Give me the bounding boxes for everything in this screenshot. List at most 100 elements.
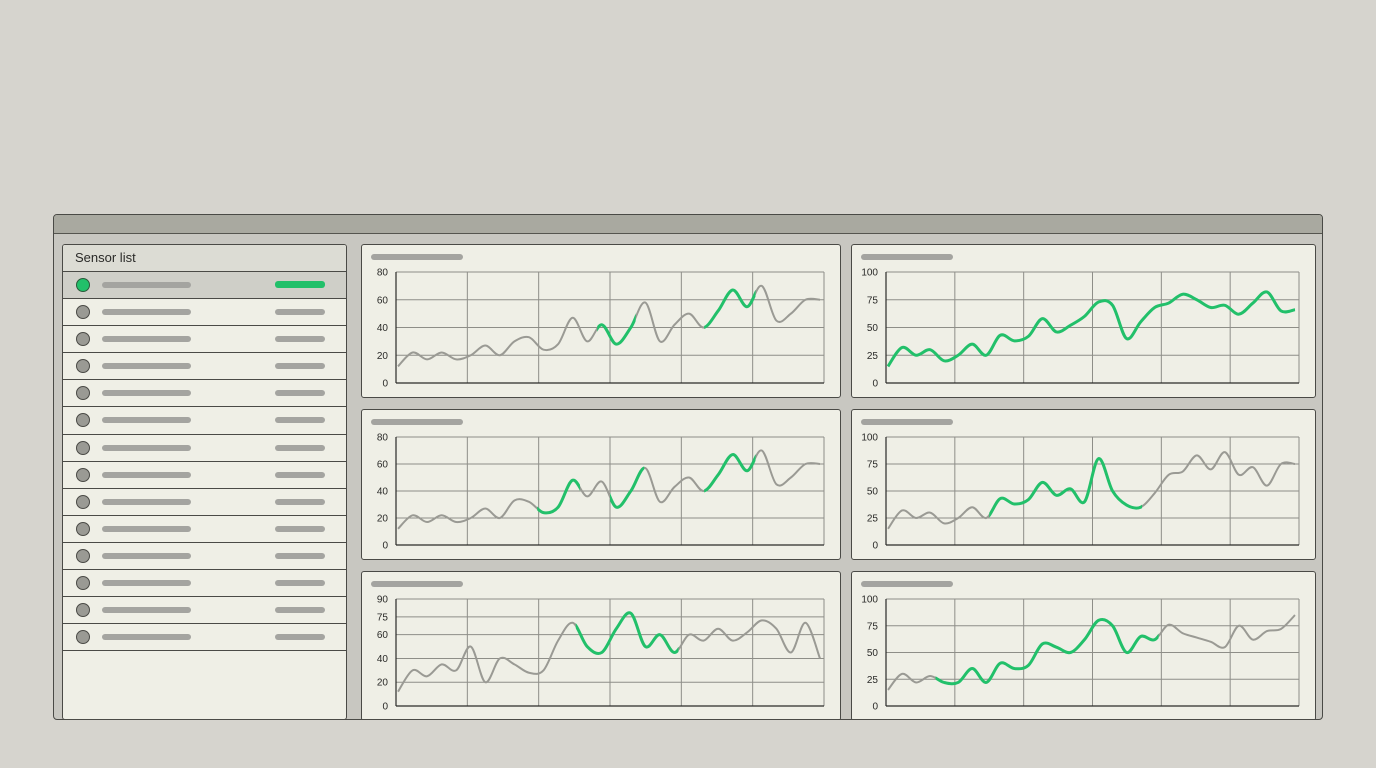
status-dot-icon <box>76 603 90 618</box>
y-tick-label: 80 <box>377 433 389 444</box>
sensor-value-placeholder <box>275 634 325 641</box>
status-dot-icon <box>76 548 90 563</box>
status-dot-icon <box>76 413 90 428</box>
sensor-list-item[interactable] <box>63 353 346 381</box>
sensor-name-placeholder <box>102 309 191 316</box>
sensor-list-item[interactable] <box>63 272 346 300</box>
y-tick-label: 0 <box>872 379 878 390</box>
sensor-value-placeholder <box>275 552 325 559</box>
chart-2: 0 25 50 75 100 <box>861 268 1300 390</box>
chart-panel-1[interactable]: 0 20 40 60 80 <box>361 244 841 398</box>
highlight-segment <box>704 453 756 493</box>
y-tick-label: 60 <box>377 460 389 471</box>
y-tick-label: 40 <box>377 323 389 334</box>
sensor-value-placeholder <box>275 471 325 478</box>
highlight-segment <box>597 313 636 346</box>
sensor-name-placeholder <box>102 282 191 288</box>
sensor-list-item[interactable] <box>63 407 346 435</box>
y-tick-label: 25 <box>867 514 879 525</box>
status-dot-icon <box>76 440 90 455</box>
sensor-name-placeholder <box>102 363 191 370</box>
sensor-list-item[interactable] <box>63 543 346 571</box>
sensor-list-title: Sensor list <box>63 245 346 272</box>
sensor-name-placeholder <box>102 498 191 505</box>
y-tick-label: 100 <box>861 595 878 606</box>
y-tick-label: 20 <box>377 351 389 362</box>
status-dot-icon <box>76 359 90 374</box>
sensor-list-item[interactable] <box>63 462 346 489</box>
sensor-list-item[interactable] <box>63 516 346 543</box>
y-tick-label: 25 <box>867 351 879 362</box>
chart-4: 0 25 50 75 100 <box>861 433 1300 552</box>
sensor-name-placeholder <box>102 471 191 478</box>
y-tick-label: 75 <box>867 621 879 632</box>
y-tick-label: 40 <box>377 487 389 498</box>
sensor-value-placeholder <box>275 336 325 343</box>
sensor-value-placeholder <box>275 363 325 370</box>
status-dot-icon <box>76 278 90 292</box>
sensor-name-placeholder <box>102 525 191 532</box>
y-tick-label: 75 <box>867 295 879 306</box>
y-tick-label: 20 <box>377 514 389 525</box>
sensor-list-item[interactable] <box>63 435 346 462</box>
status-dot-icon <box>76 305 90 320</box>
y-tick-label: 0 <box>872 702 878 713</box>
sensor-list-item[interactable] <box>63 299 346 327</box>
sensor-value-placeholder <box>275 607 325 614</box>
sensor-list-item[interactable] <box>63 380 346 408</box>
series-line <box>397 284 821 368</box>
window-titlebar[interactable] <box>54 215 1322 234</box>
status-dot-icon <box>76 576 90 591</box>
sensor-value-placeholder <box>275 525 325 532</box>
sensor-value-placeholder <box>275 580 325 587</box>
sensor-list-item[interactable] <box>63 326 346 354</box>
status-dot-icon <box>76 386 90 401</box>
chart-5: 0 20 40 60 75 90 <box>377 595 825 713</box>
sensor-list-item[interactable] <box>63 489 346 516</box>
y-tick-label: 50 <box>867 323 879 334</box>
chart-panel-3[interactable]: 0 20 40 60 80 <box>361 409 841 560</box>
y-tick-label: 0 <box>382 379 388 390</box>
y-tick-label: 80 <box>377 268 389 279</box>
sensor-value-placeholder <box>275 444 325 451</box>
sensor-name-placeholder <box>102 444 191 451</box>
sensor-list-panel: Sensor list <box>62 244 347 719</box>
y-tick-label: 50 <box>867 487 879 498</box>
y-tick-label: 100 <box>861 268 878 279</box>
sensor-name-placeholder <box>102 552 191 559</box>
chart-panel-5[interactable]: 0 20 40 60 75 90 <box>361 571 841 719</box>
y-tick-label: 25 <box>867 675 879 686</box>
status-dot-icon <box>76 332 90 347</box>
sensor-value-placeholder <box>275 498 325 505</box>
sensor-list-item[interactable] <box>63 597 346 625</box>
sensor-value-placeholder <box>275 390 325 397</box>
highlight-segment <box>537 478 581 515</box>
sensor-list-item[interactable] <box>63 624 346 652</box>
y-tick-label: 50 <box>867 648 879 659</box>
y-tick-label: 60 <box>377 630 389 641</box>
sensor-name-placeholder <box>102 390 191 397</box>
chart-panel-4[interactable]: 0 25 50 75 100 <box>851 409 1316 560</box>
chart-panel-6[interactable]: 0 25 50 75 100 <box>851 571 1316 719</box>
sensor-name-placeholder <box>102 417 191 424</box>
sensor-name-placeholder <box>102 634 191 641</box>
sensor-value-placeholder <box>275 309 325 316</box>
y-tick-label: 60 <box>377 295 389 306</box>
y-tick-label: 75 <box>867 460 879 471</box>
y-tick-label: 20 <box>377 678 389 689</box>
status-dot-icon <box>76 467 90 482</box>
highlight-segment <box>610 466 645 509</box>
chart-panel-2[interactable]: 0 25 50 75 100 <box>851 244 1316 398</box>
y-tick-label: 75 <box>377 612 389 623</box>
sensor-name-placeholder <box>102 580 191 587</box>
y-tick-label: 40 <box>377 654 389 665</box>
chart-1: 0 20 40 60 80 <box>377 268 825 390</box>
sensor-value-placeholder <box>275 281 325 288</box>
y-tick-label: 0 <box>382 702 388 713</box>
y-tick-label: 0 <box>872 541 878 552</box>
y-tick-label: 0 <box>382 541 388 552</box>
sensor-name-placeholder <box>102 336 191 343</box>
status-dot-icon <box>76 521 90 536</box>
sensor-value-placeholder <box>275 417 325 424</box>
sensor-list-item[interactable] <box>63 570 346 598</box>
